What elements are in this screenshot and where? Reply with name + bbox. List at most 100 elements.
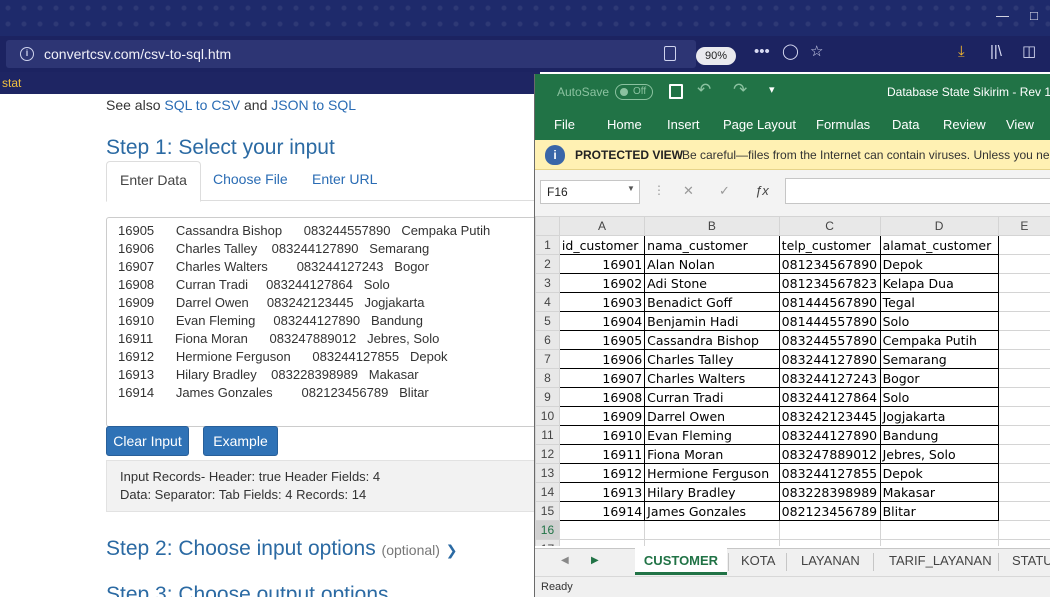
chevron-down-icon[interactable]: ❯ bbox=[446, 542, 458, 558]
url-text[interactable]: convertcsv.com/csv-to-sql.htm bbox=[44, 46, 231, 62]
enter-icon[interactable]: ✓ bbox=[719, 183, 730, 199]
insert-function-icon[interactable]: ƒx bbox=[755, 183, 769, 198]
ribbon-tab-insert[interactable]: Insert bbox=[667, 117, 700, 132]
row-header[interactable]: 2 bbox=[535, 254, 560, 274]
cell[interactable]: 16904 bbox=[558, 311, 646, 331]
save-icon[interactable] bbox=[669, 84, 683, 99]
customize-toolbar-icon[interactable]: ▾ bbox=[769, 83, 775, 96]
tab-choose-file[interactable]: Choose File bbox=[200, 161, 301, 201]
cell[interactable]: 083244127890 bbox=[778, 425, 881, 445]
cell[interactable]: 083247889012 bbox=[778, 444, 881, 464]
cell[interactable]: Blitar bbox=[879, 501, 999, 521]
row-header[interactable]: 15 bbox=[535, 501, 560, 521]
cell[interactable]: Adi Stone bbox=[644, 273, 780, 293]
cell[interactable]: Benjamin Hadi bbox=[644, 311, 780, 331]
cell[interactable] bbox=[997, 387, 1050, 407]
autosave-toggle[interactable]: Off bbox=[615, 84, 653, 100]
cell[interactable]: James Gonzales bbox=[644, 501, 780, 521]
cell[interactable] bbox=[879, 539, 999, 546]
sheet-tab-tarif-layanan[interactable]: TARIF_LAYANAN bbox=[889, 553, 992, 568]
zoom-level-badge[interactable]: 90% bbox=[696, 47, 736, 65]
cell[interactable]: Tegal bbox=[879, 292, 999, 312]
cell[interactable]: Darrel Owen bbox=[644, 406, 780, 426]
data-input-textarea[interactable]: 16905 Cassandra Bishop 083244557890 Cemp… bbox=[106, 217, 540, 427]
row-header[interactable]: 14 bbox=[535, 482, 560, 502]
page-actions-icon[interactable]: ••• bbox=[754, 44, 770, 60]
ribbon-tab-review[interactable]: Review bbox=[943, 117, 986, 132]
cell[interactable]: id_customer bbox=[558, 235, 646, 255]
ribbon-tab-view[interactable]: View bbox=[1006, 117, 1034, 132]
cell[interactable]: Cassandra Bishop bbox=[644, 330, 780, 350]
cell[interactable] bbox=[644, 520, 780, 540]
ribbon-tab-page-layout[interactable]: Page Layout bbox=[723, 117, 796, 132]
cell[interactable]: Hermione Ferguson bbox=[644, 463, 780, 483]
cell[interactable]: 16902 bbox=[558, 273, 646, 293]
sidebar-icon[interactable]: ◫ bbox=[1022, 44, 1036, 60]
clear-input-button[interactable]: Clear Input bbox=[106, 426, 189, 456]
cell[interactable] bbox=[644, 539, 780, 546]
cell[interactable]: alamat_customer bbox=[879, 235, 999, 255]
ribbon-tab-home[interactable]: Home bbox=[607, 117, 642, 132]
cell[interactable]: 16908 bbox=[558, 387, 646, 407]
cell[interactable]: Charles Walters bbox=[644, 368, 780, 388]
download-icon[interactable]: ⤓ bbox=[958, 44, 965, 60]
cell[interactable]: Curran Tradi bbox=[644, 387, 780, 407]
chevron-down-icon[interactable]: ▼ bbox=[627, 184, 635, 193]
select-all-corner[interactable] bbox=[535, 216, 560, 236]
cell[interactable]: Semarang bbox=[879, 349, 999, 369]
cell[interactable] bbox=[997, 368, 1050, 388]
bookmark-item-stat[interactable]: stat bbox=[2, 76, 21, 90]
redo-icon[interactable]: ↷ bbox=[733, 80, 747, 100]
cell[interactable] bbox=[997, 349, 1050, 369]
cell[interactable]: Makasar bbox=[879, 482, 999, 502]
ribbon-tab-formulas[interactable]: Formulas bbox=[816, 117, 870, 132]
cell[interactable]: 083244127864 bbox=[778, 387, 881, 407]
row-header[interactable]: 9 bbox=[535, 387, 560, 407]
cell[interactable]: telp_customer bbox=[778, 235, 881, 255]
row-header[interactable]: 8 bbox=[535, 368, 560, 388]
json-to-sql-link[interactable]: JSON to SQL bbox=[271, 97, 356, 113]
cell[interactable]: 16907 bbox=[558, 368, 646, 388]
cell[interactable] bbox=[997, 463, 1050, 483]
sheet-tab-status[interactable]: STATUS bbox=[1012, 553, 1050, 568]
cell[interactable] bbox=[778, 539, 881, 546]
column-header[interactable]: E bbox=[997, 216, 1050, 236]
cell[interactable]: 16905 bbox=[558, 330, 646, 350]
cell[interactable] bbox=[997, 311, 1050, 331]
cell[interactable]: Fiona Moran bbox=[644, 444, 780, 464]
row-header[interactable]: 5 bbox=[535, 311, 560, 331]
row-header[interactable]: 6 bbox=[535, 330, 560, 350]
cell[interactable] bbox=[997, 501, 1050, 521]
cell[interactable]: Depok bbox=[879, 254, 999, 274]
cell[interactable]: Depok bbox=[879, 463, 999, 483]
cell[interactable]: 16914 bbox=[558, 501, 646, 521]
sql-to-csv-link[interactable]: SQL to CSV bbox=[164, 97, 240, 113]
cell[interactable]: 082123456789 bbox=[778, 501, 881, 521]
cell[interactable]: 16909 bbox=[558, 406, 646, 426]
cell[interactable]: 16903 bbox=[558, 292, 646, 312]
cell[interactable] bbox=[778, 520, 881, 540]
cell[interactable]: Solo bbox=[879, 311, 999, 331]
cell[interactable]: 083244557890 bbox=[778, 330, 881, 350]
minimize-icon[interactable]: — bbox=[996, 8, 1009, 23]
cell[interactable]: Cempaka Putih bbox=[879, 330, 999, 350]
cell[interactable]: Jebres, Solo bbox=[879, 444, 999, 464]
cell[interactable]: 081444557890 bbox=[778, 311, 881, 331]
cell[interactable]: Bogor bbox=[879, 368, 999, 388]
reader-view-icon[interactable] bbox=[664, 46, 676, 61]
spreadsheet-grid[interactable]: A B C D E 1 id_customer nama_customer telp_… bbox=[535, 216, 1050, 546]
sheet-tab-customer[interactable]: CUSTOMER bbox=[635, 548, 727, 575]
cell[interactable]: 081234567890 bbox=[778, 254, 881, 274]
tab-enter-data[interactable]: Enter Data bbox=[106, 161, 201, 202]
row-header[interactable]: 13 bbox=[535, 463, 560, 483]
example-button[interactable]: Example bbox=[203, 426, 278, 456]
cell[interactable]: Solo bbox=[879, 387, 999, 407]
next-sheet-icon[interactable]: ▶ bbox=[591, 555, 599, 566]
formula-input[interactable] bbox=[785, 178, 1050, 204]
column-header[interactable]: B bbox=[644, 216, 780, 236]
cell[interactable]: Bandung bbox=[879, 425, 999, 445]
cell[interactable]: 083242123445 bbox=[778, 406, 881, 426]
row-header[interactable]: 10 bbox=[535, 406, 560, 426]
row-header[interactable]: 11 bbox=[535, 425, 560, 445]
info-icon[interactable]: i bbox=[20, 47, 34, 61]
